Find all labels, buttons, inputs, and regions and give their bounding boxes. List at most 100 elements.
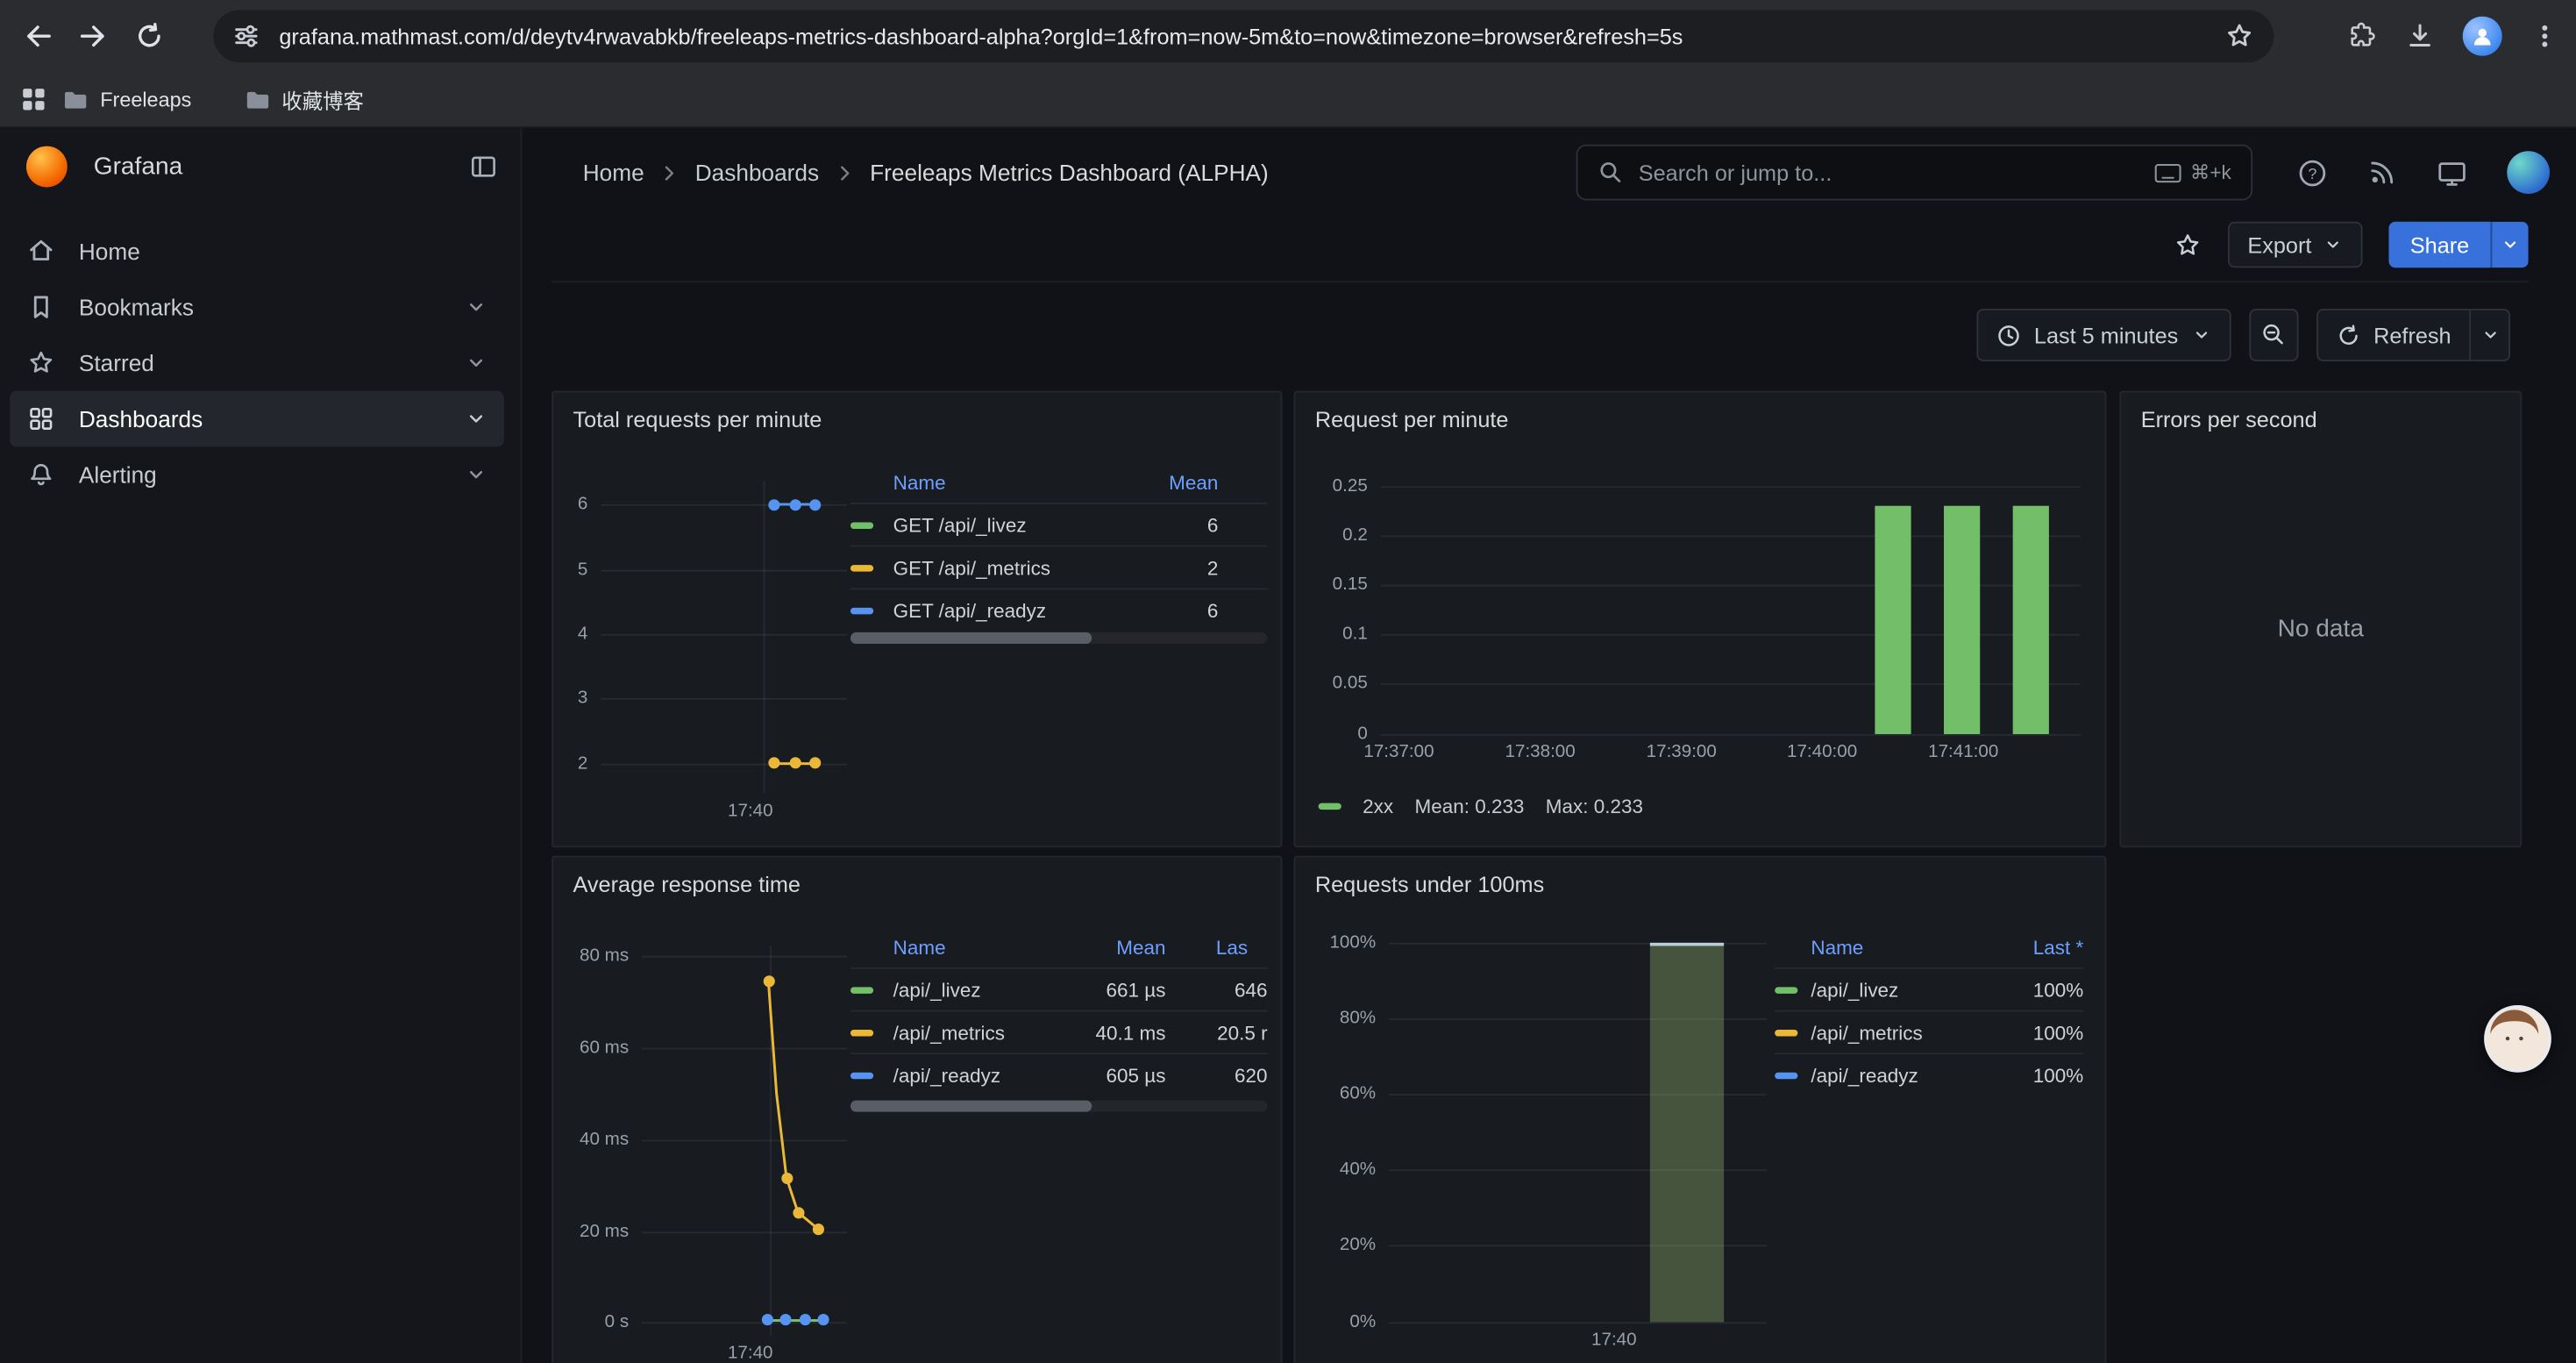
export-label: Export [2247,232,2311,257]
export-button[interactable]: Export [2228,222,2363,268]
panel-title[interactable]: Total requests per minute [573,407,822,432]
series-name[interactable]: /api/_metrics [1811,1021,1984,1044]
chevron-down-icon[interactable] [465,296,487,318]
legend-col-mean[interactable]: Mean [1064,935,1165,958]
series-color-dash [850,564,873,570]
breadcrumb-current: Freeleaps Metrics Dashboard (ALPHA) [870,160,1269,186]
chevron-down-icon [2323,235,2343,254]
sidebar-item-alerting[interactable]: Alerting [10,446,504,503]
scrollbar-thumb[interactable] [850,1101,1092,1112]
y-axis-tick-label: 0% [1349,1312,1376,1331]
series-name[interactable]: GET /api/_readyz [893,599,1127,622]
downloads-icon[interactable] [2405,21,2435,51]
legend-row: /api/_readyz 605 µs 620 [850,1053,1268,1095]
browser-menu-kebab-icon[interactable] [2530,21,2560,51]
browser-toolbar [0,0,2576,72]
sidebar-item-bookmarks[interactable]: Bookmarks [10,279,504,335]
series-name[interactable]: /api/_livez [1811,978,1984,1001]
series-name[interactable]: /api/_metrics [893,1021,1064,1044]
chart-plot-area[interactable]: 6543217:40 [601,482,847,794]
chevron-down-icon[interactable] [465,463,487,486]
series-name[interactable]: GET /api/_metrics [893,556,1127,579]
chart-bar [1650,943,1724,1322]
reload-button[interactable] [122,8,178,64]
breadcrumb-dashboards[interactable]: Dashboards [695,160,819,186]
browser-profile-avatar[interactable] [2463,17,2502,56]
apps-grid-icon[interactable] [19,85,47,113]
series-mean: 605 µs [1064,1063,1165,1086]
chevron-down-icon[interactable] [465,407,487,430]
share-button[interactable]: Share [2388,222,2490,268]
time-toolbar-row: Last 5 minutes Refresh [1976,309,2510,361]
grafana-logo[interactable] [26,146,68,187]
extensions-puzzle-icon[interactable] [2348,21,2378,51]
rss-news-icon[interactable] [2367,158,2397,188]
legend-col-name[interactable]: Name [893,470,1127,493]
chart-plot-area[interactable]: 0.250.20.150.10.05017:37:0017:38:0017:39… [1381,478,2081,734]
chart-point [789,498,801,510]
panel-title[interactable]: Errors per second [2141,407,2317,432]
legend-col-mean[interactable]: Mean [1127,470,1219,493]
sidebar-item-dashboards[interactable]: Dashboards [10,391,504,447]
series-last: 100% [1985,978,2083,1001]
time-range-picker[interactable]: Last 5 minutes [1976,309,2231,361]
forward-button[interactable] [66,8,122,64]
bookmark-folder-freeleaps[interactable]: Freeleaps [47,80,206,119]
sidebar-item-home[interactable]: Home [10,224,504,280]
sidebar-item-starred[interactable]: Starred [10,335,504,391]
header-icon-cluster: ? [2297,145,2550,201]
series-name[interactable]: /api/_readyz [893,1063,1064,1086]
legend-col-name[interactable]: Name [1811,935,1984,958]
panel-average-response-time: Average response time 80 ms60 ms40 ms20 … [551,856,1282,1363]
y-axis-tick-label: 0.05 [1333,674,1368,693]
zoom-out-button[interactable] [2249,309,2298,361]
user-avatar[interactable] [2507,151,2550,194]
panel-title[interactable]: Average response time [573,872,801,896]
series-color-dash [850,607,873,613]
site-settings-tune-icon[interactable] [233,23,260,49]
y-axis-tick-label: 40 ms [580,1130,629,1149]
series-name[interactable]: /api/_readyz [1811,1063,1984,1086]
monitor-icon[interactable] [2437,157,2468,189]
y-axis-tick-label: 80 ms [580,946,629,965]
sidebar-collapse-button[interactable] [470,152,498,180]
series-last: 100% [1985,1021,2083,1044]
shortcut-text: ⌘+k [2190,161,2231,184]
sidebar-item-label: Alerting [79,461,157,488]
legend-horizontal-scrollbar[interactable] [850,632,1268,644]
y-axis-tick-label: 0 s [605,1312,630,1331]
series-name[interactable]: /api/_livez [893,978,1064,1001]
series-name[interactable]: 2xx [1363,795,1393,817]
sidebar-item-label: Home [79,239,140,265]
bookmark-star-icon[interactable] [2224,21,2254,51]
help-icon[interactable]: ? [2297,157,2329,189]
series-name[interactable]: GET /api/_livez [893,513,1127,536]
back-button[interactable] [10,8,66,64]
panel-title[interactable]: Request per minute [1315,407,1509,432]
breadcrumb-home[interactable]: Home [583,160,644,186]
panel-title[interactable]: Requests under 100ms [1315,872,1544,896]
search-input[interactable]: Search or jump to... ⌘+k [1576,145,2252,201]
panel-request-per-minute: Request per minute 0.250.20.150.10.05017… [1294,391,2107,848]
legend-horizontal-scrollbar[interactable] [850,1101,1268,1112]
sidebar-nav: Home Bookmarks Starred [0,224,521,503]
legend-col-name[interactable]: Name [893,935,1064,958]
floating-assistant-avatar[interactable] [2484,1005,2551,1073]
y-axis-tick-label: 0.15 [1333,574,1368,594]
refresh-button[interactable]: Refresh [2316,309,2472,361]
legend-col-last[interactable]: Last * [1985,935,2083,958]
omnibox[interactable] [213,10,2274,62]
refresh-interval-chevron[interactable] [2471,309,2510,361]
scrollbar-thumb[interactable] [850,632,1092,644]
chevron-down-icon[interactable] [465,352,487,375]
bookmark-label: Freeleaps [100,88,191,111]
chart-plot-area[interactable]: 80 ms60 ms40 ms20 ms0 s17:40 [642,946,847,1336]
y-axis-tick-label: 40% [1340,1160,1376,1179]
url-input[interactable] [276,22,2225,50]
legend-row: /api/_readyz 100% [1775,1053,2083,1095]
bookmark-folder-blogs[interactable]: 收藏博客 [229,77,378,122]
share-menu-chevron[interactable] [2491,222,2529,268]
chart-plot-area[interactable]: 100%80%60%40%20%0%17:40 [1389,938,1767,1322]
legend-col-last[interactable]: Las [1165,935,1267,958]
favorite-star-icon[interactable] [2174,231,2202,259]
